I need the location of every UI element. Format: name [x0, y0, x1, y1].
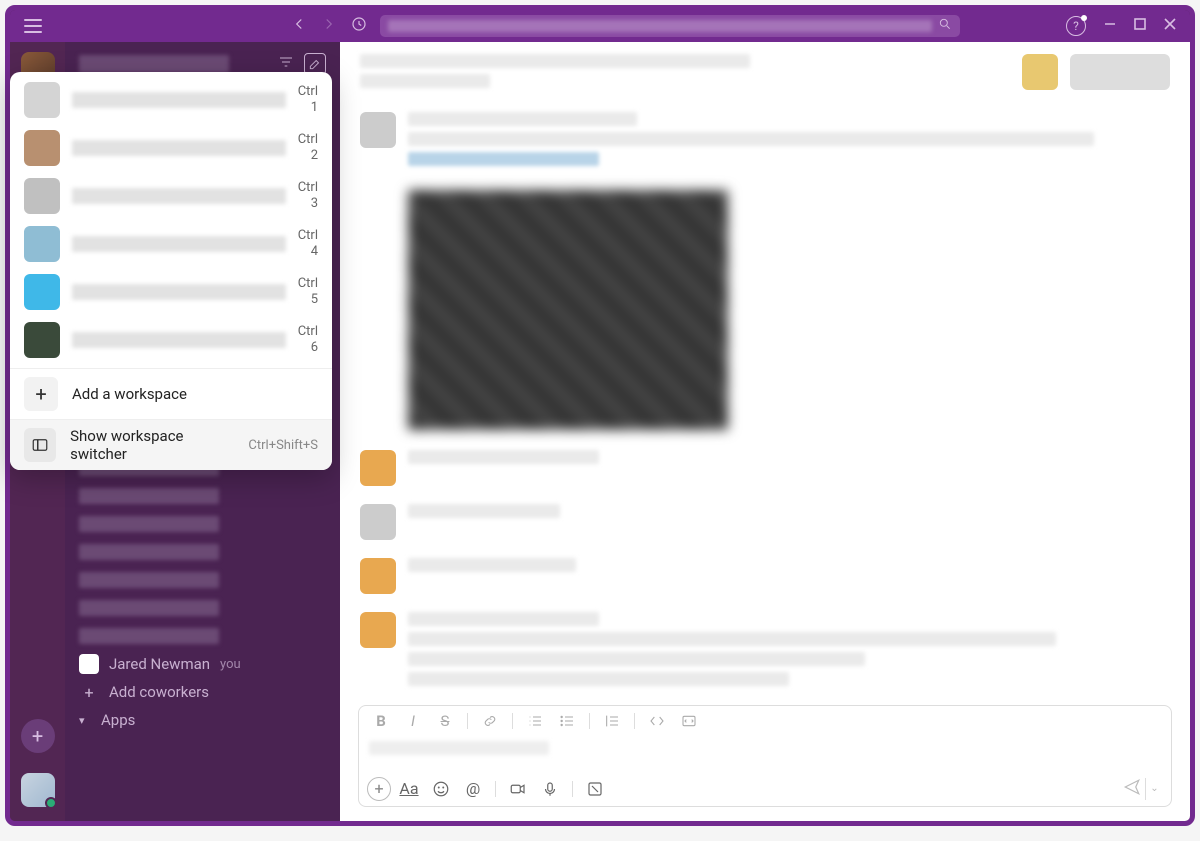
format-toolbar: B I S	[358, 705, 1172, 735]
add-workspace-rail-button[interactable]: +	[21, 719, 55, 753]
workspace-icon	[24, 82, 60, 118]
workspace-icon	[24, 274, 60, 310]
workspace-shortcut: Ctrl 1	[298, 84, 318, 115]
show-switcher-shortcut: Ctrl+Shift+S	[248, 438, 318, 453]
plus-icon: +	[24, 377, 58, 411]
presence-indicator	[45, 797, 57, 809]
shortcuts-button[interactable]	[581, 776, 609, 802]
codeblock-button[interactable]	[675, 709, 703, 733]
workspace-name-redacted	[72, 188, 286, 204]
workspace-name	[79, 55, 229, 73]
workspace-name-redacted	[72, 236, 286, 252]
workspace-item-3[interactable]: Ctrl 3	[10, 172, 332, 220]
sidebar-toggle-icon	[24, 428, 56, 462]
link-button[interactable]	[476, 709, 504, 733]
send-options-button[interactable]: ⌄	[1145, 778, 1163, 800]
workspace-name-redacted	[72, 140, 286, 156]
workspace-icon	[24, 130, 60, 166]
window-maximize-button[interactable]	[1134, 18, 1146, 34]
video-attachment[interactable]	[408, 190, 728, 430]
workspace-name-redacted	[72, 284, 286, 300]
add-workspace-menu-item[interactable]: + Add a workspace	[10, 369, 332, 419]
message-input[interactable]	[358, 735, 1172, 771]
add-coworkers-label: Add coworkers	[109, 683, 209, 701]
search-input[interactable]	[380, 15, 960, 37]
send-button[interactable]	[1123, 778, 1141, 800]
titlebar: ?	[10, 10, 1190, 42]
window-close-button[interactable]	[1164, 18, 1176, 34]
workspace-name-redacted	[72, 332, 286, 348]
nav-back-icon[interactable]	[290, 15, 308, 38]
workspace-shortcut: Ctrl 5	[298, 276, 318, 307]
mention-button[interactable]: @	[459, 776, 487, 802]
attach-button[interactable]: +	[367, 777, 391, 801]
plus-icon: +	[79, 683, 99, 702]
strike-button[interactable]: S	[431, 709, 459, 733]
sidebar-item[interactable]	[65, 622, 340, 650]
workspace-icon	[24, 226, 60, 262]
workspace-item-2[interactable]: Ctrl 2	[10, 124, 332, 172]
history-icon[interactable]	[350, 15, 368, 38]
help-icon[interactable]: ?	[1066, 16, 1086, 36]
workspace-shortcut: Ctrl 4	[298, 228, 318, 259]
workspace-item-4[interactable]: Ctrl 4	[10, 220, 332, 268]
formatting-toggle-button[interactable]: Aa	[395, 776, 423, 802]
dm-user-label: Jared Newman	[109, 655, 210, 673]
workspace-item-6[interactable]: Ctrl 6	[10, 316, 332, 364]
message-list	[340, 42, 1190, 705]
workspace-shortcut: Ctrl 3	[298, 180, 318, 211]
bold-button[interactable]: B	[367, 709, 395, 733]
composer: B I S +	[340, 705, 1190, 821]
nav-forward-icon[interactable]	[320, 15, 338, 38]
workspace-item-1[interactable]: Ctrl 1	[10, 76, 332, 124]
emoji-button[interactable]	[427, 776, 455, 802]
show-workspace-switcher-menu-item[interactable]: Show workspace switcher Ctrl+Shift+S	[10, 420, 332, 470]
workspace-icon	[24, 322, 60, 358]
chevron-down-icon: ▾	[79, 714, 91, 727]
apps-section-label: Apps	[101, 711, 135, 729]
sidebar-item[interactable]	[65, 482, 340, 510]
composer-actions: + Aa @ ⌄	[358, 771, 1172, 807]
italic-button[interactable]: I	[399, 709, 427, 733]
code-button[interactable]	[643, 709, 671, 733]
unordered-list-button[interactable]	[553, 709, 581, 733]
video-clip-button[interactable]	[504, 776, 532, 802]
hamburger-menu-icon[interactable]	[24, 19, 42, 33]
sidebar-dm-self[interactable]: Jared Newman you	[65, 650, 340, 678]
blockquote-button[interactable]	[598, 709, 626, 733]
sidebar-item[interactable]	[65, 566, 340, 594]
sidebar-section-apps[interactable]: ▾ Apps	[65, 706, 340, 734]
user-avatar-button[interactable]	[21, 773, 55, 807]
main-pane: B I S +	[340, 42, 1190, 821]
workspace-name-redacted	[72, 92, 286, 108]
workspace-switcher-popover: Ctrl 1 Ctrl 2 Ctrl 3 Ctrl 4 Ctrl 5 Ctrl 6 + A…	[10, 72, 332, 470]
audio-clip-button[interactable]	[536, 776, 564, 802]
ordered-list-button[interactable]	[521, 709, 549, 733]
workspace-item-5[interactable]: Ctrl 5	[10, 268, 332, 316]
workspace-shortcut: Ctrl 6	[298, 324, 318, 355]
you-label: you	[220, 657, 241, 672]
sidebar-add-coworkers[interactable]: + Add coworkers	[65, 678, 340, 706]
show-switcher-label: Show workspace switcher	[70, 427, 234, 463]
sidebar-item[interactable]	[65, 594, 340, 622]
search-icon	[938, 17, 952, 35]
filter-icon[interactable]	[278, 54, 294, 74]
sidebar-item[interactable]	[65, 538, 340, 566]
workspace-shortcut: Ctrl 2	[298, 132, 318, 163]
window-minimize-button[interactable]	[1104, 18, 1116, 34]
sidebar-item[interactable]	[65, 510, 340, 538]
add-workspace-label: Add a workspace	[72, 385, 187, 403]
workspace-icon	[24, 178, 60, 214]
